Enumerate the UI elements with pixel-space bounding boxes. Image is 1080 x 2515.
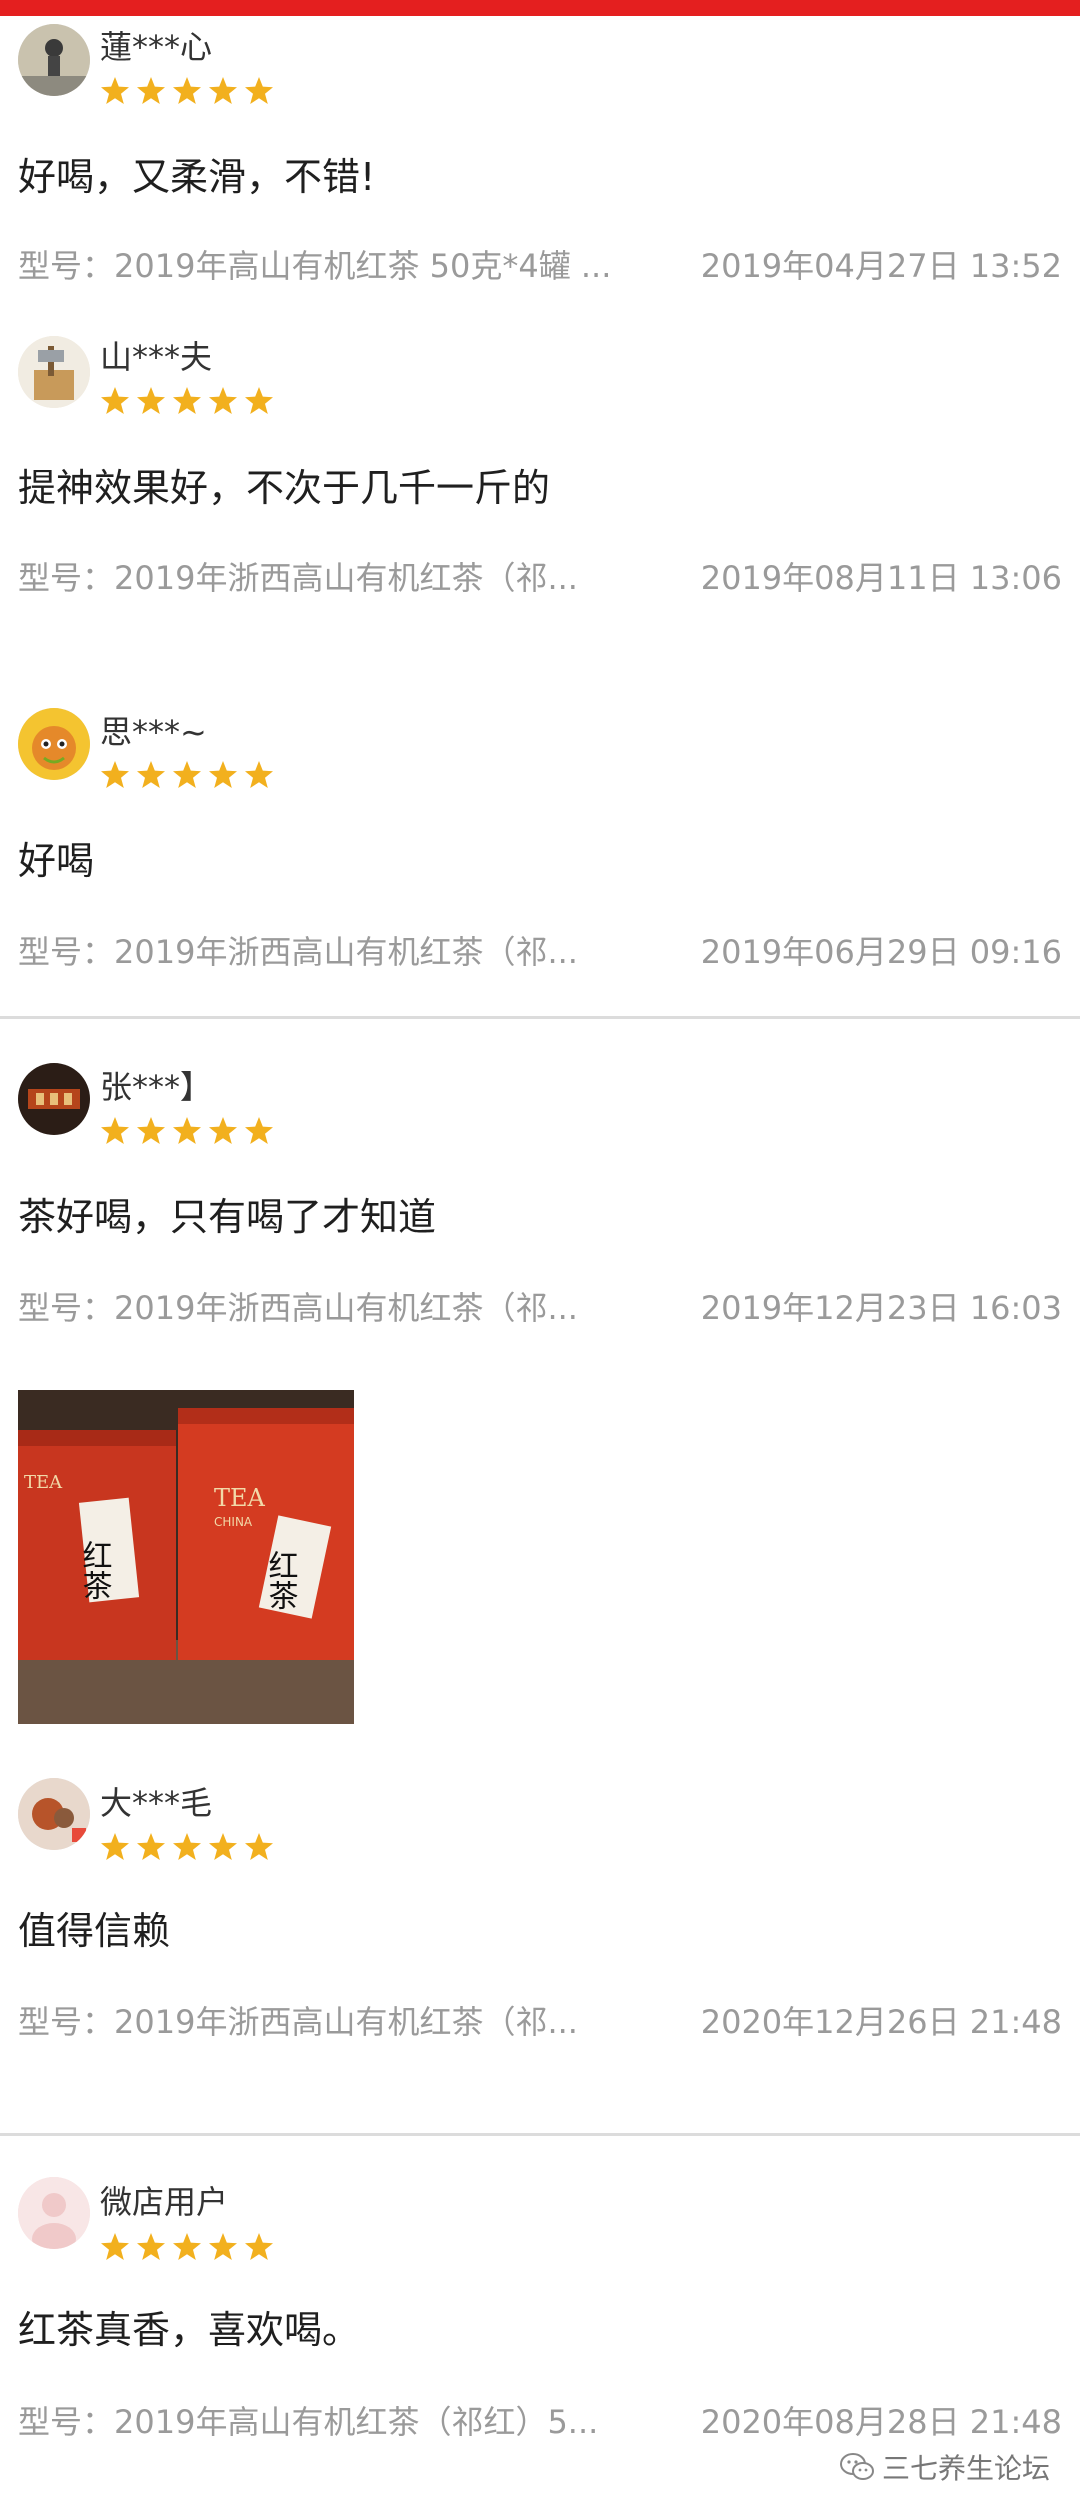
avatar[interactable] (18, 708, 90, 780)
username: 思***~ (100, 713, 207, 751)
star-icon (245, 1833, 273, 1860)
star-icon (173, 1833, 201, 1860)
star-rating (100, 760, 274, 792)
star-icon (245, 1117, 273, 1144)
star-icon (137, 1833, 165, 1860)
section-divider (0, 2133, 1080, 2136)
star-icon (101, 387, 129, 414)
product-model: 型号：2019年浙西高山有机红茶（祁... (18, 1289, 578, 1327)
star-icon (245, 761, 273, 788)
star-icon (173, 1117, 201, 1144)
photo-brand-sub: CHINA (214, 1515, 253, 1529)
avatar[interactable] (18, 2177, 90, 2249)
star-icon (137, 2233, 165, 2260)
star-rating (100, 1832, 274, 1864)
star-rating (100, 1116, 274, 1148)
photo-brand-right: TEA (214, 1484, 266, 1512)
review-date: 2019年08月11日 13:06 (700, 559, 1062, 597)
star-icon (209, 387, 237, 414)
product-model: 型号：2019年浙西高山有机红茶（祁... (18, 559, 578, 597)
star-rating (100, 2232, 274, 2264)
photo-label-right: 红茶 (263, 1550, 298, 1610)
username: 山***夫 (100, 338, 213, 376)
photo-brand-left: TEA (24, 1472, 63, 1493)
star-icon (137, 77, 165, 104)
star-icon (209, 77, 237, 104)
username: 张***】 (100, 1068, 213, 1106)
product-model: 型号：2019年浙西高山有机红茶（祁... (18, 933, 578, 971)
username: 大***毛 (100, 1784, 213, 1822)
star-icon (173, 77, 201, 104)
star-icon (137, 1117, 165, 1144)
review-date: 2019年04月27日 13:52 (700, 247, 1062, 285)
photo-label-left: 红茶 (77, 1540, 112, 1600)
star-rating (100, 76, 274, 108)
review-date: 2019年06月29日 09:16 (700, 933, 1062, 971)
star-icon (101, 1117, 129, 1144)
review-comment: 提神效果好，不次于几千一斤的 (18, 466, 551, 510)
username: 蓮***心 (100, 28, 213, 66)
star-icon (209, 761, 237, 788)
watermark: 三七养生论坛 (839, 2447, 1050, 2487)
star-icon (173, 387, 201, 414)
review-date: 2020年12月26日 21:48 (700, 2003, 1062, 2041)
star-icon (101, 761, 129, 788)
star-icon (245, 387, 273, 414)
product-model: 型号：2019年高山有机红茶（祁红）5... (18, 2403, 599, 2441)
star-icon (101, 2233, 129, 2260)
star-icon (101, 77, 129, 104)
review-date: 2020年08月28日 21:48 (700, 2403, 1062, 2441)
star-icon (101, 1833, 129, 1860)
wechat-icon (839, 2453, 874, 2480)
star-icon (245, 77, 273, 104)
avatar[interactable] (18, 1778, 90, 1850)
star-icon (137, 387, 165, 414)
star-icon (137, 761, 165, 788)
review-comment: 红茶真香，喜欢喝。 (18, 2308, 361, 2352)
product-model: 型号：2019年浙西高山有机红茶（祁... (18, 2003, 578, 2041)
avatar[interactable] (18, 336, 90, 408)
star-icon (209, 2233, 237, 2260)
star-icon (209, 1833, 237, 1860)
avatar[interactable] (18, 24, 90, 96)
star-icon (209, 1117, 237, 1144)
review-photo[interactable]: TEA TEA CHINA 红茶 红茶 (18, 1390, 354, 1724)
review-comment: 值得信赖 (18, 1909, 171, 1953)
section-divider (0, 1016, 1080, 1019)
star-rating (100, 386, 274, 418)
review-comment: 好喝，又柔滑，不错! (18, 155, 376, 199)
review-comment: 好喝 (18, 839, 95, 883)
review-comment: 茶好喝，只有喝了才知道 (18, 1195, 437, 1239)
watermark-text: 三七养生论坛 (881, 2452, 1050, 2485)
star-icon (173, 761, 201, 788)
top-red-bar (0, 0, 1080, 16)
avatar[interactable] (18, 1063, 90, 1135)
star-icon (245, 2233, 273, 2260)
review-date: 2019年12月23日 16:03 (700, 1289, 1062, 1327)
username: 微店用户 (100, 2183, 229, 2221)
product-model: 型号：2019年高山有机红茶 50克*4罐 ... (18, 247, 612, 285)
star-icon (173, 2233, 201, 2260)
